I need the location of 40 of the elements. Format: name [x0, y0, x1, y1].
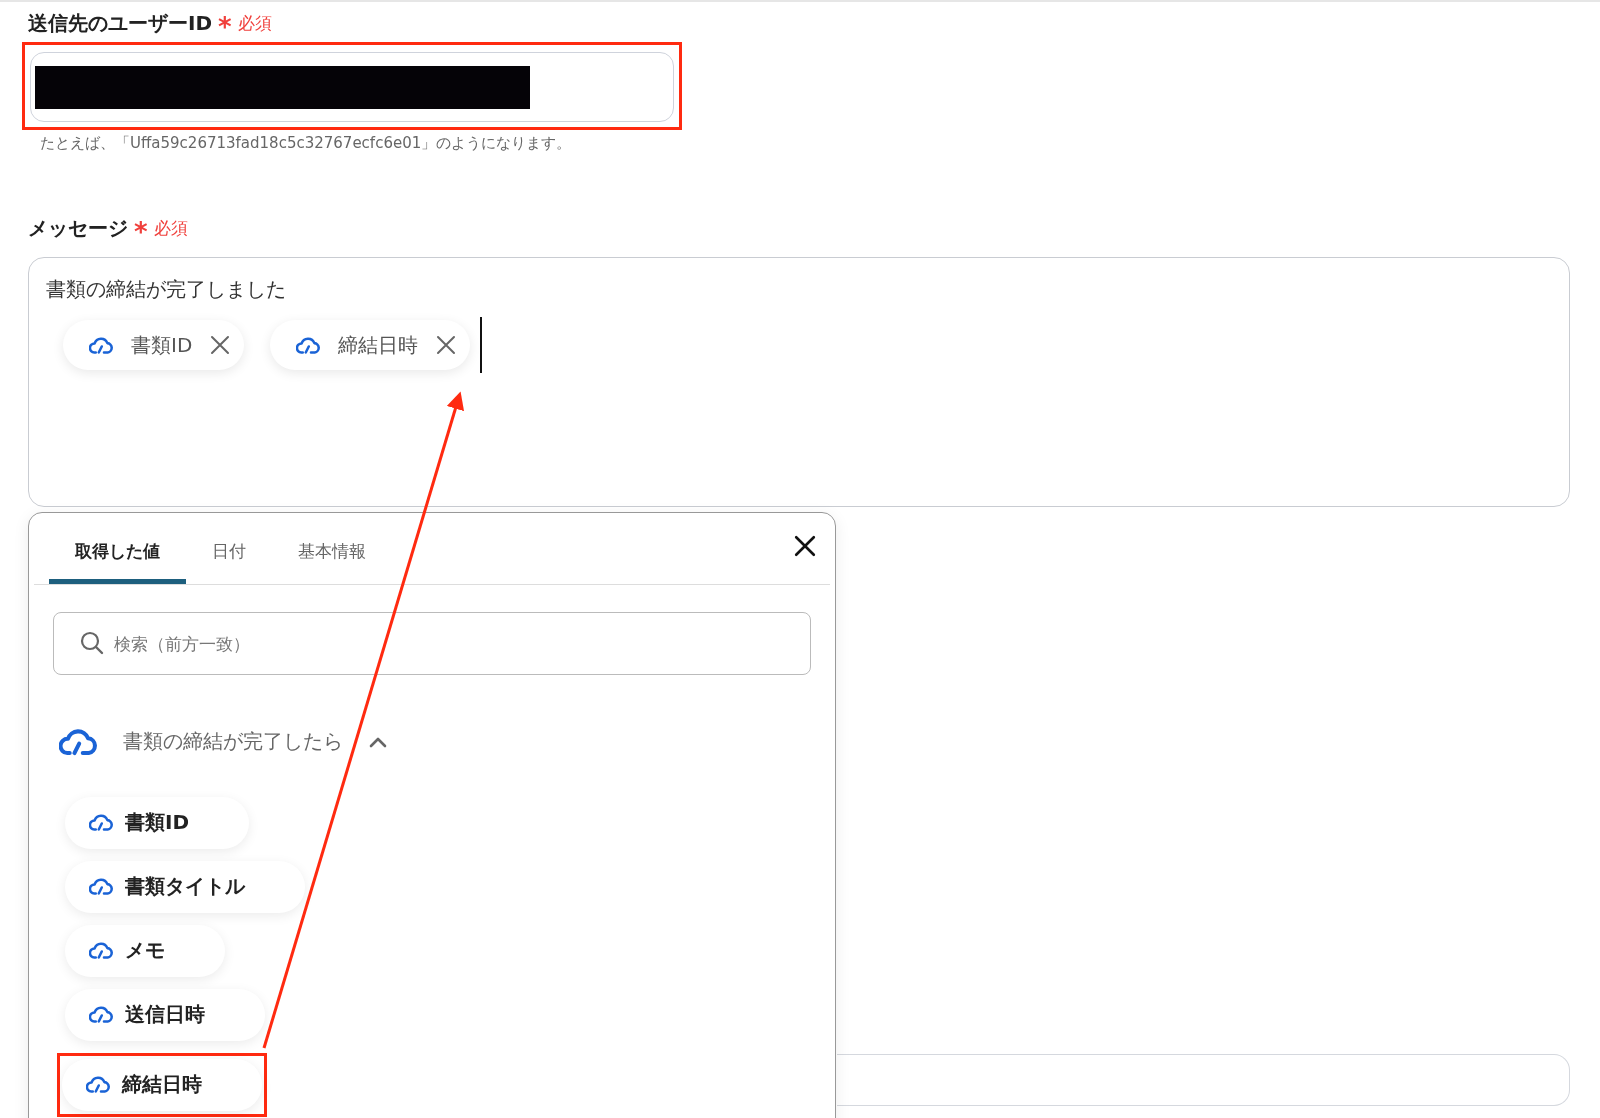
cloud-icon — [89, 813, 113, 832]
field-label: 送信先のユーザーID — [28, 9, 213, 37]
cloud-icon — [89, 1005, 113, 1024]
remove-button[interactable] — [210, 335, 231, 355]
tab[interactable]: 日付 — [186, 513, 272, 584]
variable-chip[interactable]: 締結日時 — [270, 320, 471, 370]
variable-item[interactable]: 送信日時 — [65, 988, 265, 1041]
required-asterisk: * — [218, 14, 232, 40]
variable-item[interactable]: 締結日時 — [62, 1058, 262, 1111]
field-label: メッセージ — [28, 214, 128, 242]
hint-text: たとえば、「Uffa59c26713fad18c5c32767ecfc6e01」のようになります。 — [40, 134, 572, 153]
user-id-field[interactable] — [30, 52, 674, 122]
close-icon — [436, 335, 457, 355]
cloud-icon — [296, 335, 321, 355]
cloud-icon — [89, 335, 113, 355]
group-title: 書類の締結が完了したら — [123, 728, 343, 756]
cloud-icon — [89, 877, 113, 896]
cloud-icon — [86, 1075, 110, 1094]
message-field[interactable]: 書類の締結が完了しました 書類ID 締結日時 — [28, 257, 1570, 507]
search-icon — [79, 630, 105, 656]
variable-item[interactable]: 書類ID — [65, 796, 250, 849]
close-icon — [210, 335, 231, 355]
close-button[interactable] — [794, 535, 816, 557]
search-field[interactable]: 検索（前方一致） — [53, 612, 811, 675]
variable-chip[interactable]: 書類ID — [63, 320, 245, 370]
remove-button[interactable] — [436, 335, 457, 355]
tab[interactable]: 取得した値 — [49, 513, 186, 584]
required-label: 必須 — [237, 11, 272, 35]
close-icon — [794, 535, 816, 557]
tab[interactable]: 基本情報 — [272, 513, 392, 584]
required-asterisk: * — [134, 219, 148, 245]
message-text: 書類の締結が完了しました — [46, 276, 286, 303]
input-field[interactable] — [837, 1054, 1570, 1106]
variable-item[interactable]: メモ — [65, 924, 225, 977]
cloud-icon — [59, 727, 97, 757]
text-cursor — [480, 317, 483, 373]
cloud-icon — [89, 941, 113, 960]
chevron-icon[interactable] — [369, 735, 387, 748]
required-label: 必須 — [153, 216, 188, 240]
variable-item[interactable]: 書類タイトル — [65, 860, 305, 913]
